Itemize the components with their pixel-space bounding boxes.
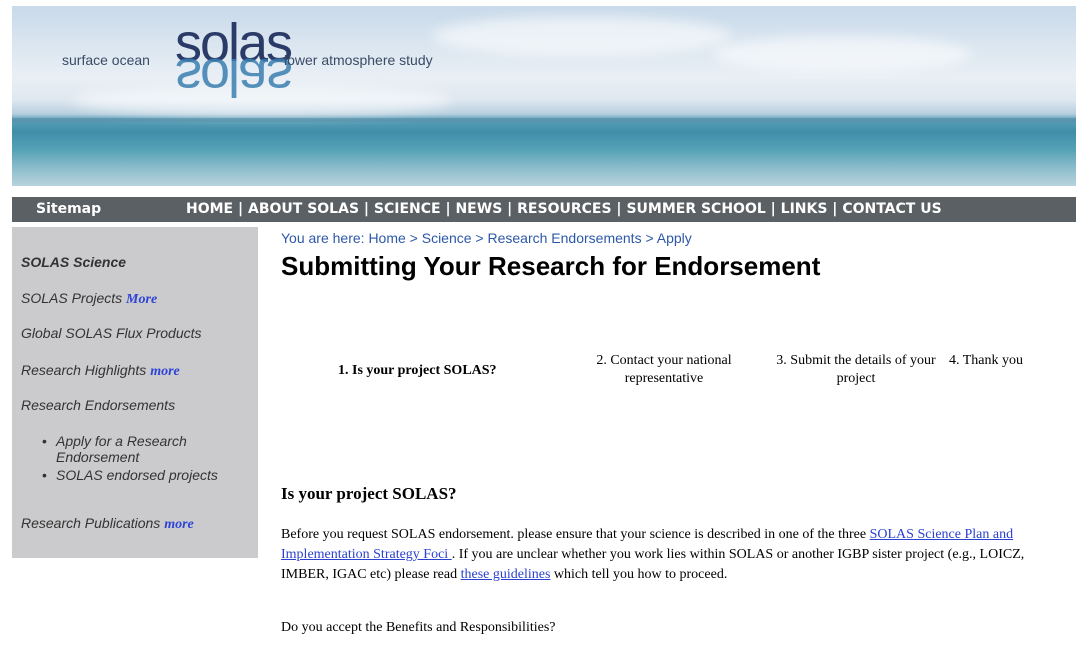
step-4: 4. Thank you [948,353,1023,368]
nav-links: HOME | ABOUT SOLAS | SCIENCE | NEWS | RE… [186,201,942,217]
nav-link-science[interactable]: SCIENCE [374,201,441,217]
nav-link-summer-school[interactable]: SUMMER SCHOOL [626,201,765,217]
sidebar: SOLAS Science SOLAS Projects More Global… [12,227,258,558]
nav-separator: | [440,201,456,217]
nav-separator: | [359,201,374,217]
sidebar-title[interactable]: SOLAS Science [21,254,126,270]
sidebar-subitem-endorsed-projects[interactable]: SOLAS endorsed projects [40,467,276,483]
sidebar-item-label: Research Endorsements [21,397,176,413]
step-1: 1. Is your project SOLAS? [338,363,497,378]
section-heading: Is your project SOLAS? [281,484,457,503]
nav-separator: | [611,201,627,217]
benefits-question: Do you accept the Benefits and Responsib… [281,620,556,635]
cloud-decoration [712,36,972,72]
sidebar-more-link[interactable]: More [126,292,157,307]
sidebar-item-flux-products[interactable]: Global SOLAS Flux Products [21,325,202,341]
sidebar-item-research-publications[interactable]: Research Publications more [21,515,194,533]
nav-link-links[interactable]: LINKS [781,201,828,217]
breadcrumb: You are here: Home > Science > Research … [281,230,692,246]
nav-separator: | [827,201,843,217]
sidebar-item-label: Research Highlights [21,362,147,378]
nav-separator: | [765,201,781,217]
horizon-line [12,118,1076,122]
nav-separator: | [502,201,518,217]
guidelines-link[interactable]: these guidelines [461,567,551,582]
sidebar-sub-list: Apply for a Research Endorsement SOLAS e… [40,433,276,485]
nav-link-contact[interactable]: CONTACT US [842,201,941,217]
header-banner: surface ocean solas solas lower atmosphe… [12,6,1076,186]
sidebar-item-research-endorsements[interactable]: Research Endorsements [21,397,175,413]
nav-link-about[interactable]: ABOUT SOLAS [248,201,359,217]
sidebar-more-link[interactable]: more [150,364,180,379]
page-title: Submitting Your Research for Endorsement [281,251,821,281]
logo-left-text: surface ocean [62,52,150,68]
logo-right-text: lower atmosphere study [284,52,433,68]
sitemap-link[interactable]: Sitemap [36,201,101,217]
intro-text: Before you request SOLAS endorsement. pl… [281,527,870,542]
step-2: 2. Contact your national representative [596,353,732,386]
sidebar-item-label: SOLAS Projects [21,290,123,306]
sidebar-item-label: Global SOLAS Flux Products [21,325,202,341]
nav-separator: | [233,201,248,217]
sidebar-item-research-highlights[interactable]: Research Highlights more [21,362,180,380]
step-3: 3. Submit the details of your project [776,353,936,386]
sidebar-subitem-apply[interactable]: Apply for a Research Endorsement [40,433,246,465]
intro-paragraph: Before you request SOLAS endorsement. pl… [281,525,1071,585]
sidebar-more-link[interactable]: more [164,517,194,532]
sidebar-item-label: Research Publications [21,515,161,531]
nav-link-resources[interactable]: RESOURCES [517,201,611,217]
logo-word-reflection: solas [175,47,292,107]
nav-link-news[interactable]: NEWS [455,201,502,217]
cloud-decoration [432,16,732,56]
nav-link-home[interactable]: HOME [186,201,233,217]
intro-text: which tell you how to proceed. [550,567,728,582]
top-navigation: Sitemap HOME | ABOUT SOLAS | SCIENCE | N… [12,197,1076,222]
sidebar-item-solas-projects[interactable]: SOLAS Projects More [21,290,157,308]
